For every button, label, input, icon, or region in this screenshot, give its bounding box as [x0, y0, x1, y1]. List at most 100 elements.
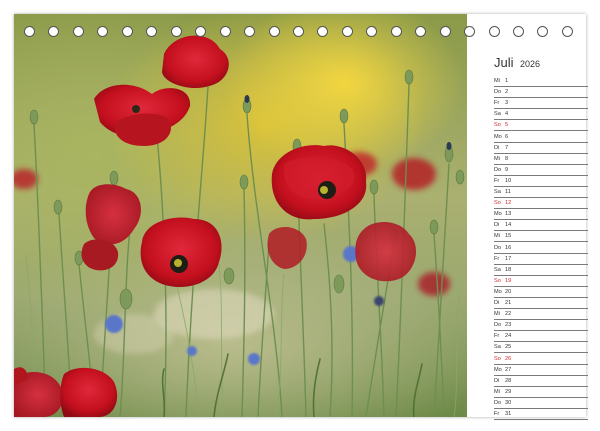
day-weekday: So — [494, 277, 501, 284]
day-weekday: Do — [494, 244, 502, 251]
binding-ring — [341, 26, 353, 37]
day-row: Mo 20 — [494, 287, 588, 298]
day-row: Fr 3 — [494, 98, 588, 110]
day-number: 27 — [505, 366, 512, 373]
binding-ring — [72, 26, 84, 37]
binding-ring — [366, 26, 378, 37]
binding-ring — [513, 26, 524, 37]
day-row: Di 21 — [494, 298, 588, 310]
day-weekday: Mo — [494, 288, 502, 295]
day-number: 3 — [505, 100, 509, 107]
day-row: Mo 27 — [494, 365, 588, 376]
day-row: Sa 11 — [494, 187, 588, 199]
binding-ring — [488, 26, 500, 37]
day-weekday: Fr — [494, 411, 500, 418]
day-weekday: Sa — [494, 344, 501, 351]
calendar-panel: Juli 2026 Mi 1 Do 2 Fr 3 Sa 4 So 5 Mo 6 Di 7 Mi 8 Do 9 Fr 1… — [480, 54, 590, 424]
binding-ring — [146, 26, 158, 37]
day-row: Mi 22 — [494, 309, 588, 321]
day-number: 31 — [505, 411, 512, 418]
day-number: 4 — [505, 111, 509, 118]
day-number: 17 — [505, 255, 512, 262]
spiral-binding — [16, 26, 576, 38]
binding-ring — [537, 26, 549, 37]
binding-ring — [317, 26, 329, 37]
day-number: 6 — [505, 133, 509, 140]
day-weekday: Mo — [494, 211, 502, 218]
month-year: 2026 — [519, 59, 540, 69]
binding-ring — [268, 26, 280, 37]
day-number: 25 — [505, 344, 512, 351]
day-number: 7 — [505, 144, 509, 151]
day-weekday: Mi — [494, 155, 500, 162]
month-title: Juli 2026 — [494, 54, 540, 72]
binding-ring — [195, 26, 207, 37]
binding-ring — [464, 26, 476, 37]
day-row: Sa 18 — [494, 265, 588, 276]
day-weekday: Do — [494, 322, 502, 329]
day-row: Fr 31 — [494, 409, 588, 421]
day-row: Mo 13 — [494, 209, 588, 221]
day-number: 29 — [505, 388, 512, 395]
poppy-field-illustration — [14, 35, 465, 417]
day-row: Fr 10 — [494, 176, 588, 187]
day-row: Do 2 — [494, 87, 588, 99]
day-weekday: Di — [494, 300, 500, 307]
day-number: 8 — [505, 155, 509, 162]
day-number: 18 — [505, 266, 512, 273]
binding-ring — [561, 26, 573, 37]
day-row: So 5 — [494, 120, 588, 132]
day-weekday: So — [494, 355, 501, 362]
day-number: 1 — [505, 78, 509, 85]
day-row: Fr 17 — [494, 254, 588, 265]
binding-ring — [415, 26, 427, 37]
day-number: 10 — [505, 177, 512, 184]
day-weekday: So — [494, 200, 501, 207]
day-weekday: Do — [494, 166, 502, 173]
day-row: Sa 4 — [494, 109, 588, 121]
day-number: 23 — [505, 322, 512, 329]
binding-ring — [97, 26, 109, 37]
day-row: Mi 29 — [494, 387, 588, 398]
day-number: 26 — [505, 355, 512, 362]
month-name: Juli — [494, 55, 514, 70]
binding-ring — [439, 26, 451, 37]
day-weekday: Sa — [494, 111, 501, 118]
day-row: Do 23 — [494, 320, 588, 332]
day-number: 22 — [505, 311, 512, 318]
day-number: 20 — [505, 288, 512, 295]
day-weekday: Do — [494, 399, 502, 406]
binding-ring — [24, 26, 35, 37]
day-row: So 12 — [494, 198, 588, 210]
poppy-photo — [14, 14, 467, 417]
day-weekday: Sa — [494, 189, 501, 196]
day-number: 28 — [505, 377, 512, 384]
day-weekday: Di — [494, 144, 500, 151]
day-number: 15 — [505, 233, 512, 240]
day-weekday: Mi — [494, 388, 500, 395]
day-row: So 19 — [494, 276, 588, 287]
day-row: Di 28 — [494, 376, 588, 387]
binding-ring — [219, 26, 231, 37]
day-weekday: Fr — [494, 255, 500, 262]
day-weekday: Mo — [494, 366, 502, 373]
binding-ring — [244, 26, 256, 37]
day-number: 9 — [505, 166, 509, 173]
day-row: Fr 24 — [494, 331, 588, 343]
binding-ring — [121, 26, 133, 37]
day-number: 5 — [505, 122, 509, 129]
day-number: 24 — [505, 333, 512, 340]
day-row: Mi 8 — [494, 154, 588, 165]
day-weekday: Mi — [494, 311, 500, 318]
day-weekday: Fr — [494, 100, 500, 107]
day-row: Di 7 — [494, 143, 588, 154]
day-row: So 26 — [494, 354, 588, 365]
day-weekday: Fr — [494, 333, 500, 340]
day-row: Do 16 — [494, 243, 588, 254]
binding-ring — [390, 26, 402, 37]
day-number: 14 — [505, 222, 512, 229]
day-weekday: Di — [494, 222, 500, 229]
day-row: Do 9 — [494, 165, 588, 176]
day-number: 21 — [505, 300, 512, 307]
day-weekday: Mo — [494, 133, 502, 140]
